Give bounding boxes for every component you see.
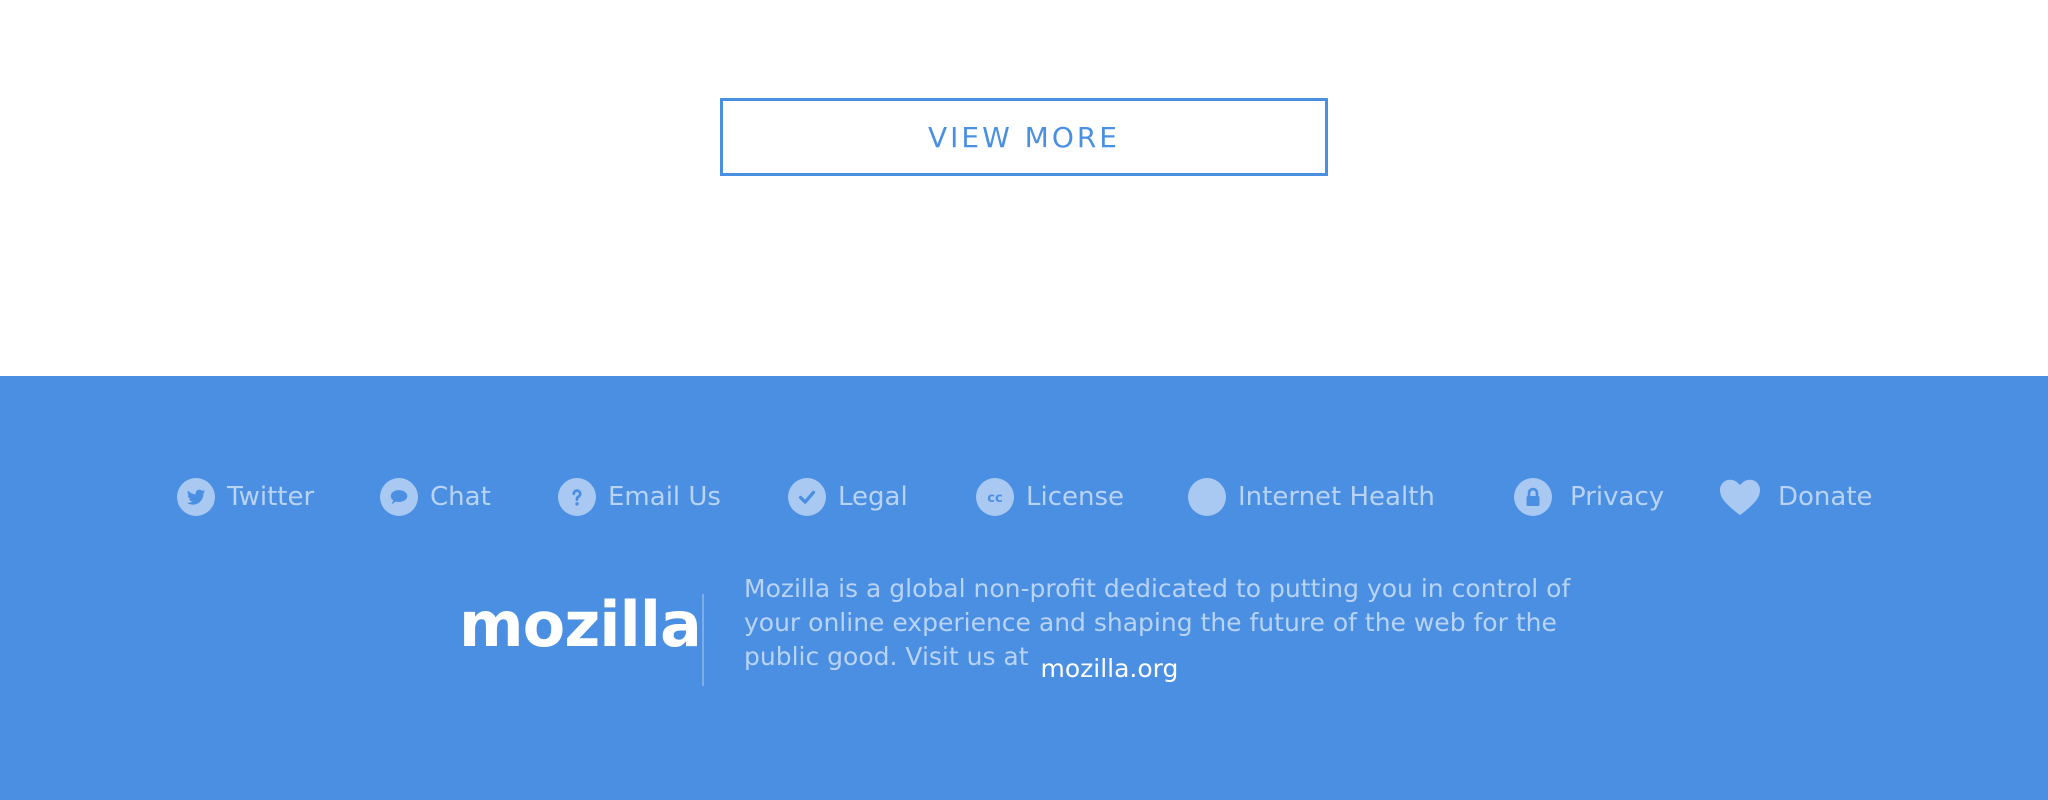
- footer-link-email-us[interactable]: Email Us: [558, 475, 721, 519]
- footer-link-donate[interactable]: Donate: [1718, 475, 1873, 519]
- mozilla-org-link[interactable]: mozilla.org: [1041, 654, 1179, 683]
- content-area: VIEW MORE: [0, 0, 2048, 376]
- footer-about: Mozilla is a global non-profit dedicated…: [744, 572, 1574, 683]
- cc-icon: cc: [976, 478, 1014, 516]
- view-more-button[interactable]: VIEW MORE: [720, 98, 1328, 176]
- footer-link-label: Internet Health: [1238, 482, 1435, 512]
- footer-link-label: Twitter: [227, 482, 315, 512]
- check-icon: [788, 478, 826, 516]
- help-icon: [558, 478, 596, 516]
- footer-link-label: License: [1026, 482, 1125, 512]
- footer-link-twitter[interactable]: Twitter: [177, 475, 314, 519]
- chat-icon: [380, 478, 418, 516]
- footer-link-license[interactable]: cc License: [976, 475, 1124, 519]
- globe-icon: [1188, 478, 1226, 516]
- footer-divider: [702, 594, 704, 686]
- footer-link-label: Donate: [1778, 482, 1873, 512]
- footer-link-label: Privacy: [1570, 482, 1665, 512]
- footer-link-label: Chat: [430, 482, 491, 512]
- heart-icon: [1718, 477, 1762, 517]
- svg-text:cc: cc: [987, 491, 1002, 506]
- lock-icon: [1514, 478, 1552, 516]
- footer-link-label: Email Us: [608, 482, 721, 512]
- mozilla-logo[interactable]: mozilla: [459, 588, 702, 661]
- footer-link-chat[interactable]: Chat: [380, 475, 491, 519]
- twitter-icon: [177, 478, 215, 516]
- footer-link-label: Legal: [838, 482, 908, 512]
- footer-link-privacy[interactable]: Privacy: [1514, 475, 1664, 519]
- footer-link-legal[interactable]: Legal: [788, 475, 908, 519]
- footer-link-internet-health[interactable]: Internet Health: [1188, 475, 1435, 519]
- site-footer: Twitter Chat Email Us Legal cc License I…: [0, 376, 2048, 800]
